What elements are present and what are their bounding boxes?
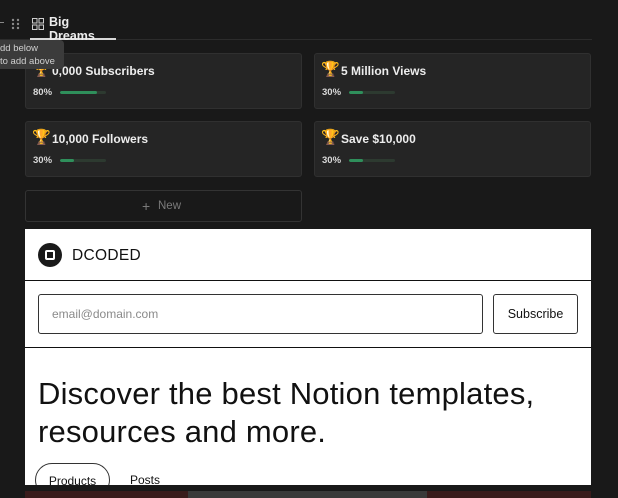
bottom-strip (427, 491, 591, 498)
progress-bar (349, 91, 395, 94)
hero-headline: Discover the best Notion templates, reso… (38, 376, 535, 449)
brand-name[interactable]: DCODED (72, 247, 141, 265)
new-button-label: New (158, 200, 182, 212)
email-input[interactable] (38, 294, 483, 334)
progress-fill (60, 91, 97, 94)
gallery-card[interactable]: 🏆 Save $10,000 30% (314, 121, 591, 177)
subscribe-form: Subscribe (25, 281, 591, 348)
tooltip-line-1: dd below (0, 43, 39, 54)
progress-fill (349, 91, 363, 94)
gallery-card[interactable]: 🏆 10,000 Followers 30% (25, 121, 302, 177)
new-card-button[interactable]: + New (25, 190, 302, 222)
progress-label: 30% (33, 155, 53, 166)
site-header: DCODED (25, 229, 591, 281)
embedded-site: DCODED Subscribe Discover the best Notio… (25, 229, 591, 485)
progress-bar (60, 91, 106, 94)
drag-handle-icon[interactable] (11, 17, 21, 30)
progress-fill (60, 159, 74, 162)
tab-products[interactable]: Products (35, 463, 110, 485)
progress-fill (349, 159, 363, 162)
database-view-header: Big Dreams (0, 0, 592, 43)
trophy-icon: 🏆 (321, 129, 340, 146)
progress-label: 80% (33, 87, 53, 98)
view-tab-label: Big Dreams (49, 15, 95, 43)
trophy-icon: 🏆 (32, 129, 51, 146)
progress-label: 30% (322, 155, 342, 166)
bottom-strip (188, 491, 427, 498)
card-title: 10,000 Followers (52, 132, 149, 146)
progress-bar (349, 159, 395, 162)
gallery-grid-icon (32, 17, 44, 30)
tooltip-line-2: to add above (0, 56, 55, 67)
progress-label: 30% (322, 87, 342, 98)
gallery-card[interactable]: 🏆 0,000 Subscribers 80% (25, 53, 302, 109)
tooltip: dd below to add above (0, 40, 64, 69)
trophy-icon: 🏆 (321, 61, 340, 78)
minus-icon[interactable] (0, 22, 4, 23)
plus-icon: + (142, 198, 151, 214)
card-title: 5 Million Views (341, 64, 427, 78)
subscribe-button[interactable]: Subscribe (493, 294, 578, 334)
card-title: 0,000 Subscribers (52, 64, 155, 78)
bottom-strip (25, 491, 188, 498)
tab-posts[interactable]: Posts (130, 473, 160, 485)
card-title: Save $10,000 (341, 132, 416, 146)
gallery-card[interactable]: 🏆 5 Million Views 30% (314, 53, 591, 109)
progress-bar (60, 159, 106, 162)
brand-logo-icon[interactable] (38, 243, 62, 267)
view-tab-big-dreams[interactable]: Big Dreams (30, 0, 116, 43)
